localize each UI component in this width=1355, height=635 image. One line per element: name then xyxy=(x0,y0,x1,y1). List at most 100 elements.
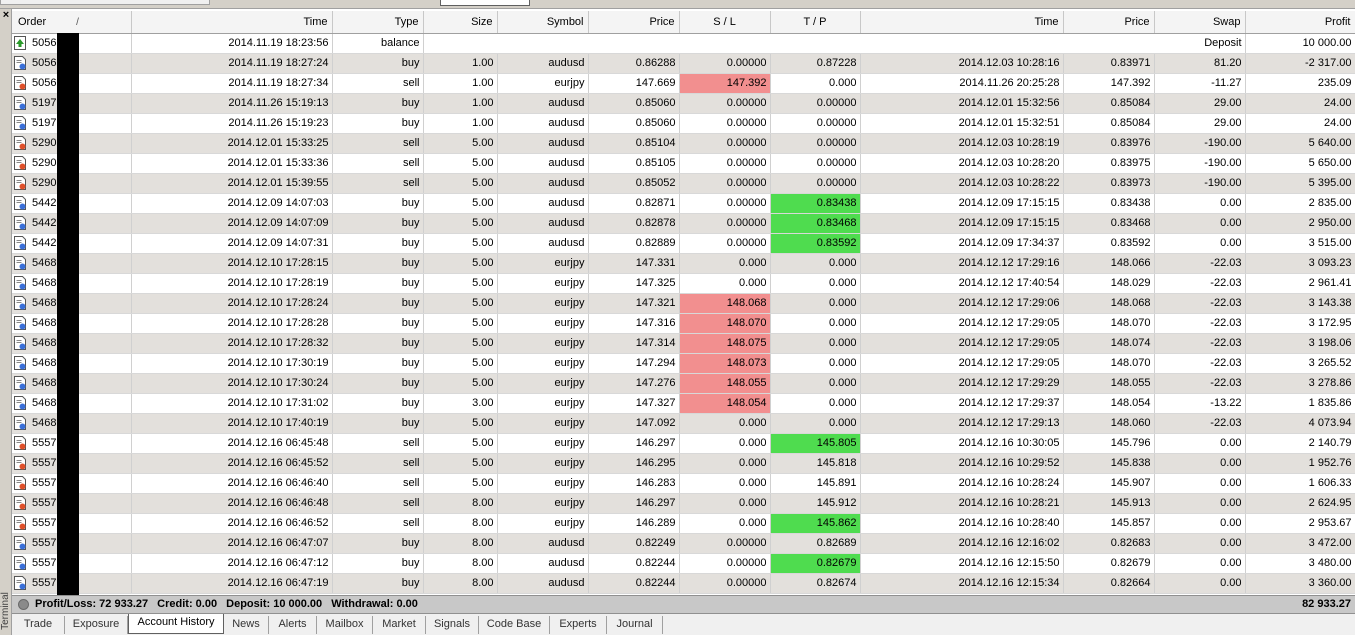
column-header-symbol[interactable]: Symbol xyxy=(497,11,589,34)
table-row[interactable]: 54683 2014.12.10 17:40:19 buy 5.00 eurjpy 147… xyxy=(12,413,1355,434)
swap-cell: -22.03 xyxy=(1154,273,1246,294)
tab-exposure[interactable]: Exposure xyxy=(65,616,128,634)
balance-row[interactable]: 50568 2014.11.19 18:23:56 balance Deposi… xyxy=(12,33,1355,54)
open-price-cell: 146.295 xyxy=(588,453,680,474)
column-header-swap[interactable]: Swap xyxy=(1154,11,1246,34)
tab-signals[interactable]: Signals xyxy=(426,616,479,634)
column-header-close-time[interactable]: Time xyxy=(860,11,1064,34)
table-row[interactable]: 54420 2014.12.09 14:07:09 buy 5.00 audusd 0.8… xyxy=(12,213,1355,234)
column-header-price[interactable]: Price xyxy=(588,11,680,34)
table-row[interactable]: 54681 2014.12.10 17:28:15 buy 5.00 eurjpy 147… xyxy=(12,253,1355,274)
close-icon[interactable]: × xyxy=(1,9,11,21)
open-time-cell: 2014.12.10 17:30:24 xyxy=(131,373,333,394)
top-active-tab-edge[interactable] xyxy=(440,0,530,6)
tab-news[interactable]: News xyxy=(224,616,269,634)
table-row[interactable]: 55575 2014.12.16 06:46:48 sell 8.00 eurjpy 14… xyxy=(12,493,1355,514)
summary-credit: Credit: 0.00 xyxy=(157,598,218,610)
tab-experts[interactable]: Experts xyxy=(550,616,607,634)
table-row[interactable]: 55575 2014.12.16 06:46:40 sell 5.00 eurjpy 14… xyxy=(12,473,1355,494)
tab-trade[interactable]: Trade xyxy=(12,616,65,634)
close-price-cell: 145.907 xyxy=(1063,473,1155,494)
table-row[interactable]: 55575 2014.12.16 06:47:19 buy 8.00 audusd 0.8… xyxy=(12,573,1355,594)
tp-cell: 0.000 xyxy=(770,313,861,334)
tab-market[interactable]: Market xyxy=(373,616,426,634)
tab-account-history[interactable]: Account History xyxy=(128,614,224,634)
tab-journal[interactable]: Journal xyxy=(607,616,663,634)
table-row[interactable]: 50569 2014.11.19 18:27:24 buy 1.00 audusd 0.8… xyxy=(12,53,1355,74)
symbol-cell: audusd xyxy=(497,173,589,194)
column-header-close-price[interactable]: Price xyxy=(1063,11,1155,34)
table-row[interactable]: 54420 2014.12.09 14:07:31 buy 5.00 audusd 0.8… xyxy=(12,233,1355,254)
column-header-size[interactable]: Size xyxy=(423,11,498,34)
symbol-cell: audusd xyxy=(497,553,589,574)
table-row[interactable]: 55575 2014.12.16 06:45:52 sell 5.00 eurjpy 14… xyxy=(12,453,1355,474)
table-row[interactable]: 52903 2014.12.01 15:33:25 sell 5.00 audusd 0.… xyxy=(12,133,1355,154)
table-row[interactable]: 54682 2014.12.10 17:31:02 buy 3.00 eurjpy 147… xyxy=(12,393,1355,414)
symbol-cell: audusd xyxy=(497,573,589,594)
tab-alerts[interactable]: Alerts xyxy=(269,616,317,634)
sl-cell: 148.068 xyxy=(679,293,771,314)
swap-cell: 0.00 xyxy=(1154,193,1246,214)
table-row[interactable]: 54682 2014.12.10 17:30:24 buy 5.00 eurjpy 147… xyxy=(12,373,1355,394)
table-row[interactable]: 55575 2014.12.16 06:45:48 sell 5.00 eurjpy 14… xyxy=(12,433,1355,454)
table-row[interactable]: 52903 2014.12.01 15:39:55 sell 5.00 audusd 0.… xyxy=(12,173,1355,194)
sell-order-icon xyxy=(14,436,26,450)
table-row[interactable]: 54681 2014.12.10 17:28:19 buy 5.00 eurjpy 147… xyxy=(12,273,1355,294)
size-cell: 5.00 xyxy=(423,353,498,374)
column-header-time[interactable]: Time xyxy=(131,11,333,34)
close-price-cell: 0.82683 xyxy=(1063,533,1155,554)
table-row[interactable]: 55575 2014.12.16 06:46:52 sell 8.00 eurjpy 14… xyxy=(12,513,1355,534)
size-cell: 5.00 xyxy=(423,413,498,434)
tab-code-base[interactable]: Code Base xyxy=(479,616,550,634)
table-row[interactable]: 51978 2014.11.26 15:19:13 buy 1.00 audusd 0.8… xyxy=(12,93,1355,114)
profit-cell: 3 143.38 xyxy=(1245,293,1355,314)
buy-order-icon xyxy=(14,296,26,310)
sl-cell: 0.000 xyxy=(679,413,771,434)
close-price-cell: 148.074 xyxy=(1063,333,1155,354)
open-price-cell: 0.82889 xyxy=(588,233,680,254)
close-time-cell: 2014.12.09 17:15:15 xyxy=(860,213,1064,234)
close-time-cell: 2014.12.12 17:40:54 xyxy=(860,273,1064,294)
sl-cell: 148.070 xyxy=(679,313,771,334)
symbol-cell: eurjpy xyxy=(497,333,589,354)
profit-cell: 3 278.86 xyxy=(1245,373,1355,394)
size-cell: 5.00 xyxy=(423,133,498,154)
close-price-cell: 148.029 xyxy=(1063,273,1155,294)
open-price-cell: 0.82878 xyxy=(588,213,680,234)
open-price-cell: 146.289 xyxy=(588,513,680,534)
column-header-type[interactable]: Type xyxy=(332,11,424,34)
column-header-tp[interactable]: T / P xyxy=(770,11,861,34)
symbol-cell: audusd xyxy=(497,213,589,234)
table-row[interactable]: 54682 2014.12.10 17:30:19 buy 5.00 eurjpy 147… xyxy=(12,353,1355,374)
swap-cell: 0.00 xyxy=(1154,573,1246,594)
symbol-cell: eurjpy xyxy=(497,453,589,474)
buy-order-icon xyxy=(14,416,26,430)
close-price-cell: 0.83971 xyxy=(1063,53,1155,74)
open-price-cell: 147.092 xyxy=(588,413,680,434)
profit-cell: 1 835.86 xyxy=(1245,393,1355,414)
table-row[interactable]: 54420 2014.12.09 14:07:03 buy 5.00 audusd 0.8… xyxy=(12,193,1355,214)
column-header-profit[interactable]: Profit xyxy=(1245,11,1355,34)
table-row[interactable]: 54681 2014.12.10 17:28:28 buy 5.00 eurjpy 147… xyxy=(12,313,1355,334)
type-cell: buy xyxy=(332,393,424,414)
tab-mailbox[interactable]: Mailbox xyxy=(317,616,373,634)
table-row[interactable]: 50569 2014.11.19 18:27:34 sell 1.00 eurjpy 14… xyxy=(12,73,1355,94)
table-row[interactable]: 55575 2014.12.16 06:47:07 buy 8.00 audusd 0.8… xyxy=(12,533,1355,554)
table-row[interactable]: 55575 2014.12.16 06:47:12 buy 8.00 audusd 0.8… xyxy=(12,553,1355,574)
column-header-sl[interactable]: S / L xyxy=(679,11,771,34)
table-row[interactable]: 54681 2014.12.10 17:28:32 buy 5.00 eurjpy 147… xyxy=(12,333,1355,354)
close-price-cell: 0.82664 xyxy=(1063,573,1155,594)
buy-order-icon xyxy=(14,196,26,210)
symbol-cell: eurjpy xyxy=(497,393,589,414)
size-cell: 8.00 xyxy=(423,553,498,574)
table-row[interactable]: 51978 2014.11.26 15:19:23 buy 1.00 audusd 0.8… xyxy=(12,113,1355,134)
sell-order-icon xyxy=(14,516,26,530)
column-header-order[interactable]: Order / xyxy=(12,11,132,34)
table-row[interactable]: 52903 2014.12.01 15:33:36 sell 5.00 audusd 0.… xyxy=(12,153,1355,174)
buy-order-icon xyxy=(14,256,26,270)
close-time-cell: 2014.12.16 10:28:40 xyxy=(860,513,1064,534)
tp-cell: 0.000 xyxy=(770,333,861,354)
table-row[interactable]: 54681 2014.12.10 17:28:24 buy 5.00 eurjpy 147… xyxy=(12,293,1355,314)
symbol-cell: audusd xyxy=(497,153,589,174)
close-time-cell: 2014.12.01 15:32:51 xyxy=(860,113,1064,134)
